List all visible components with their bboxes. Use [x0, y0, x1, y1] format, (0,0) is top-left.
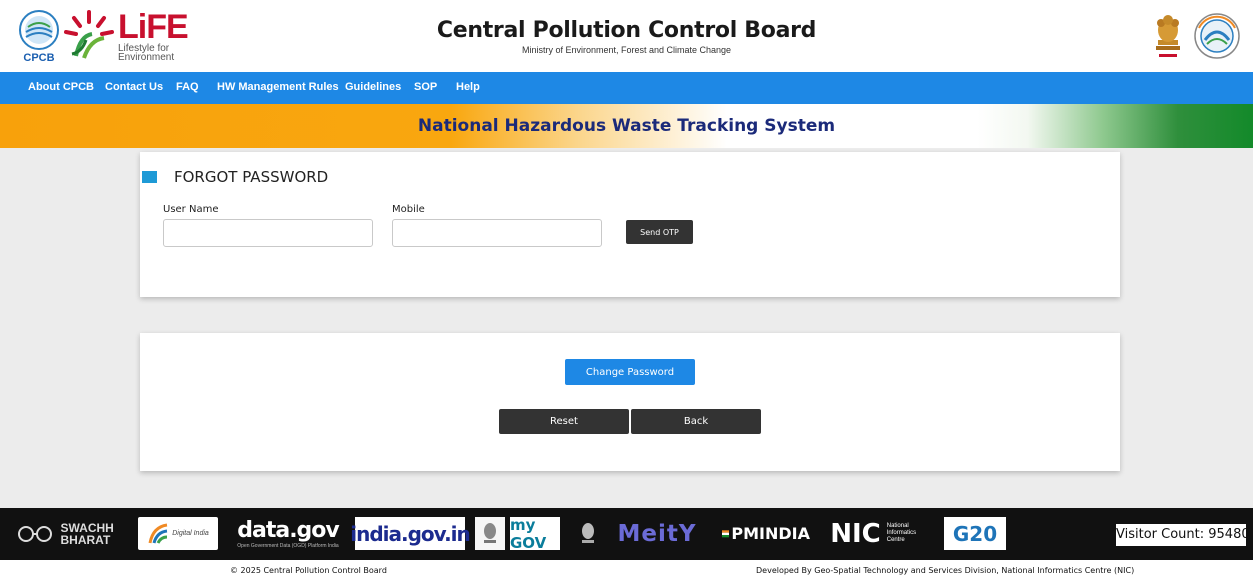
azadi-amrit-mahotsav-seal-icon [1194, 13, 1240, 59]
reset-button[interactable]: Reset [499, 409, 629, 434]
swachh-bharat-logo[interactable]: SWACHH BHARAT [10, 517, 125, 550]
meity-logo[interactable]: MeitY [608, 517, 706, 550]
pmindia-logo[interactable]: PMINDIA [722, 517, 810, 550]
glasses-icon [17, 525, 52, 542]
main-nav: About CPCB Contact Us FAQ HW Management … [0, 72, 1253, 104]
footer-logo-strip: SWACHH BHARAT Digital India data.gov Ope… [0, 508, 1253, 560]
nav-guidelines[interactable]: Guidelines [345, 81, 401, 93]
mobile-label: Mobile [392, 204, 425, 215]
emblem-small-icon [475, 517, 505, 550]
g20-logo[interactable]: G20 [944, 517, 1006, 550]
bottom-bar: © 2025 Central Pollution Control Board D… [0, 560, 1253, 580]
copyright-text: © 2025 Central Pollution Control Board [230, 566, 387, 575]
nav-sop[interactable]: SOP [414, 81, 437, 93]
actions-card: Change Password Reset Back [140, 333, 1120, 471]
nav-faq[interactable]: FAQ [176, 81, 199, 93]
tricolor-banner: National Hazardous Waste Tracking System [0, 104, 1253, 148]
mobile-input[interactable] [392, 219, 602, 247]
back-button[interactable]: Back [631, 409, 761, 434]
flag-icon [722, 529, 730, 537]
mygov-logo[interactable]: my GOV [510, 516, 560, 552]
change-password-button[interactable]: Change Password [565, 359, 695, 385]
india-gov-logo[interactable]: india.gov.in [350, 517, 471, 550]
forgot-password-card: FORGOT PASSWORD User Name Mobile Send OT… [140, 152, 1120, 297]
data-gov-logo[interactable]: data.gov Open Government Data (OGD) Plat… [230, 517, 346, 550]
emblem-small-icon [574, 517, 602, 550]
digital-india-logo[interactable]: Digital India [138, 517, 218, 550]
developed-by-text: Developed By Geo-Spatial Technology and … [756, 566, 1135, 575]
site-header: CPCB LiFE Lifestyle for Environment Cent… [0, 0, 1253, 72]
section-title: FORGOT PASSWORD [174, 168, 329, 186]
page-title: Central Pollution Control Board [436, 18, 817, 43]
username-input[interactable] [163, 219, 373, 247]
visitor-count: Visitor Count: 95480 [1116, 524, 1250, 546]
digital-india-icon [148, 523, 168, 544]
national-emblem-icon [1156, 15, 1180, 57]
nav-about-cpcb[interactable]: About CPCB [28, 81, 94, 93]
section-marker [142, 171, 157, 183]
send-otp-button[interactable]: Send OTP [626, 220, 693, 244]
nav-hw-management-rules[interactable]: HW Management Rules [217, 81, 339, 93]
banner-title: National Hazardous Waste Tracking System [417, 116, 836, 136]
username-label: User Name [163, 204, 219, 215]
nav-help[interactable]: Help [456, 81, 480, 93]
nic-logo[interactable]: NIC National Informatics Centre [820, 517, 935, 550]
nav-contact-us[interactable]: Contact Us [105, 81, 163, 93]
page-subtitle: Ministry of Environment, Forest and Clim… [521, 45, 732, 55]
